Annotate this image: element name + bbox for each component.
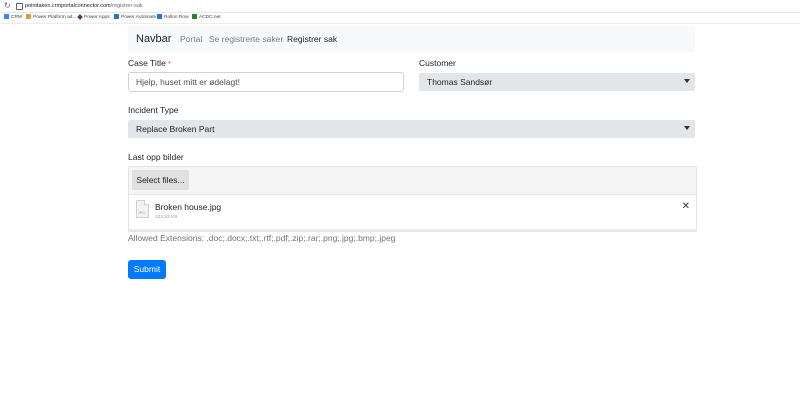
customer-value: Thomas Sandsør: [427, 77, 493, 87]
file-upload[interactable]: Select files... JPG Broken house.jpg 323…: [128, 166, 697, 232]
triangle-icon: [192, 14, 197, 19]
file-name: Broken house.jpg: [155, 202, 222, 212]
bookmark-acdc[interactable]: ACDC.net: [192, 14, 221, 22]
select-files-button[interactable]: Select files...: [132, 170, 189, 190]
url-text[interactable]: pointtaken.crmportalconnector.com/regist…: [25, 1, 143, 11]
nav-link-registered-cases[interactable]: Se registrerte saker: [209, 34, 283, 45]
case-title-input[interactable]: Hjelp, huset mitt er ødelagt!: [128, 72, 404, 92]
power-automate-icon: [114, 14, 119, 19]
nav-link-register-case[interactable]: Registrer sak: [287, 34, 337, 45]
file-icon: JPG: [136, 200, 149, 218]
caret-down-icon: [684, 126, 690, 130]
case-title-label: Case Title *: [128, 58, 171, 68]
upload-toolbar: Select files...: [129, 167, 696, 195]
flow-icon: [157, 14, 162, 19]
file-size: 323.83 KB: [155, 215, 178, 220]
bookmark-rollon-row[interactable]: Rollon Row: [157, 14, 189, 22]
apps-grid-icon: [4, 14, 9, 19]
navbar-brand[interactable]: Navbar: [136, 32, 171, 46]
required-mark: *: [168, 61, 171, 68]
bookmarks-bar: CRM Power Platform ad... Power Apps Powe…: [0, 13, 800, 24]
incident-type-select[interactable]: Replace Broken Part: [128, 120, 695, 138]
navbar: Navbar Portal Se registrerte saker Regis…: [128, 26, 695, 52]
customer-select[interactable]: Thomas Sandsør: [419, 73, 695, 91]
nav-link-portal[interactable]: Portal: [180, 34, 202, 45]
reload-icon[interactable]: ↻: [4, 1, 11, 11]
bookmark-power-platform[interactable]: Power Platform ad...: [26, 14, 76, 22]
lock-icon[interactable]: [16, 3, 23, 10]
upload-progress-track: [129, 229, 696, 231]
folder-icon: [26, 14, 31, 19]
power-apps-icon: [77, 14, 83, 20]
browser-address-bar[interactable]: ↻ pointtaken.crmportalconnector.com/regi…: [0, 0, 800, 13]
caret-down-icon: [684, 79, 690, 83]
incident-type-label: Incident Type: [128, 105, 179, 115]
upload-label: Last opp bilder: [128, 152, 184, 162]
submit-button[interactable]: Submit: [128, 260, 166, 279]
bookmark-power-automate[interactable]: Power Automate: [114, 14, 156, 22]
allowed-extensions-help: Allowed Extensions: .doc;.docx;.txt;.rtf…: [128, 233, 396, 243]
customer-label: Customer: [419, 58, 456, 68]
remove-file-icon[interactable]: ✕: [682, 201, 690, 213]
case-title-value: Hjelp, huset mitt er ødelagt!: [136, 77, 240, 87]
bookmark-power-apps[interactable]: Power Apps: [77, 14, 110, 22]
incident-type-value: Replace Broken Part: [136, 124, 215, 134]
bookmark-crm[interactable]: CRM: [4, 14, 22, 22]
